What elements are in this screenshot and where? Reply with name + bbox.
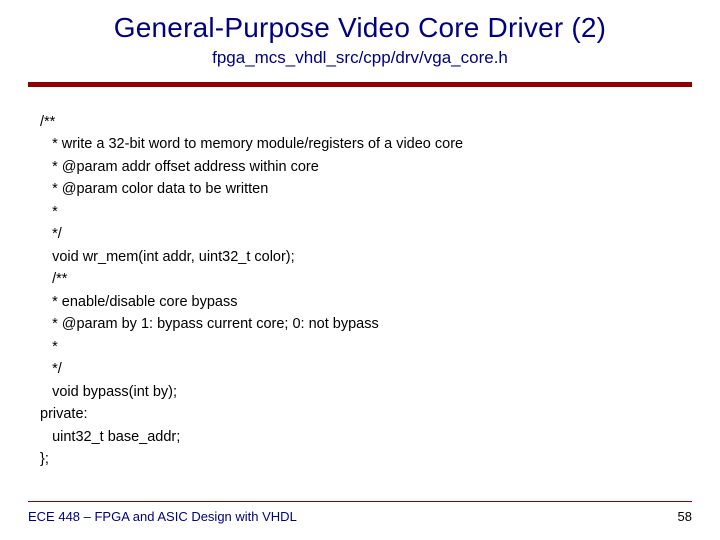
- slide: General-Purpose Video Core Driver (2) fp…: [0, 0, 720, 540]
- footer-rule: [28, 501, 692, 502]
- slide-title: General-Purpose Video Core Driver (2): [28, 12, 692, 44]
- slide-subtitle: fpga_mcs_vhdl_src/cpp/drv/vga_core.h: [28, 48, 692, 68]
- footer: ECE 448 – FPGA and ASIC Design with VHDL…: [28, 509, 692, 524]
- code-block: /** * write a 32-bit word to memory modu…: [28, 111, 692, 471]
- course-label: ECE 448 – FPGA and ASIC Design with VHDL: [28, 509, 297, 524]
- page-number: 58: [678, 509, 692, 524]
- title-rule: [28, 82, 692, 87]
